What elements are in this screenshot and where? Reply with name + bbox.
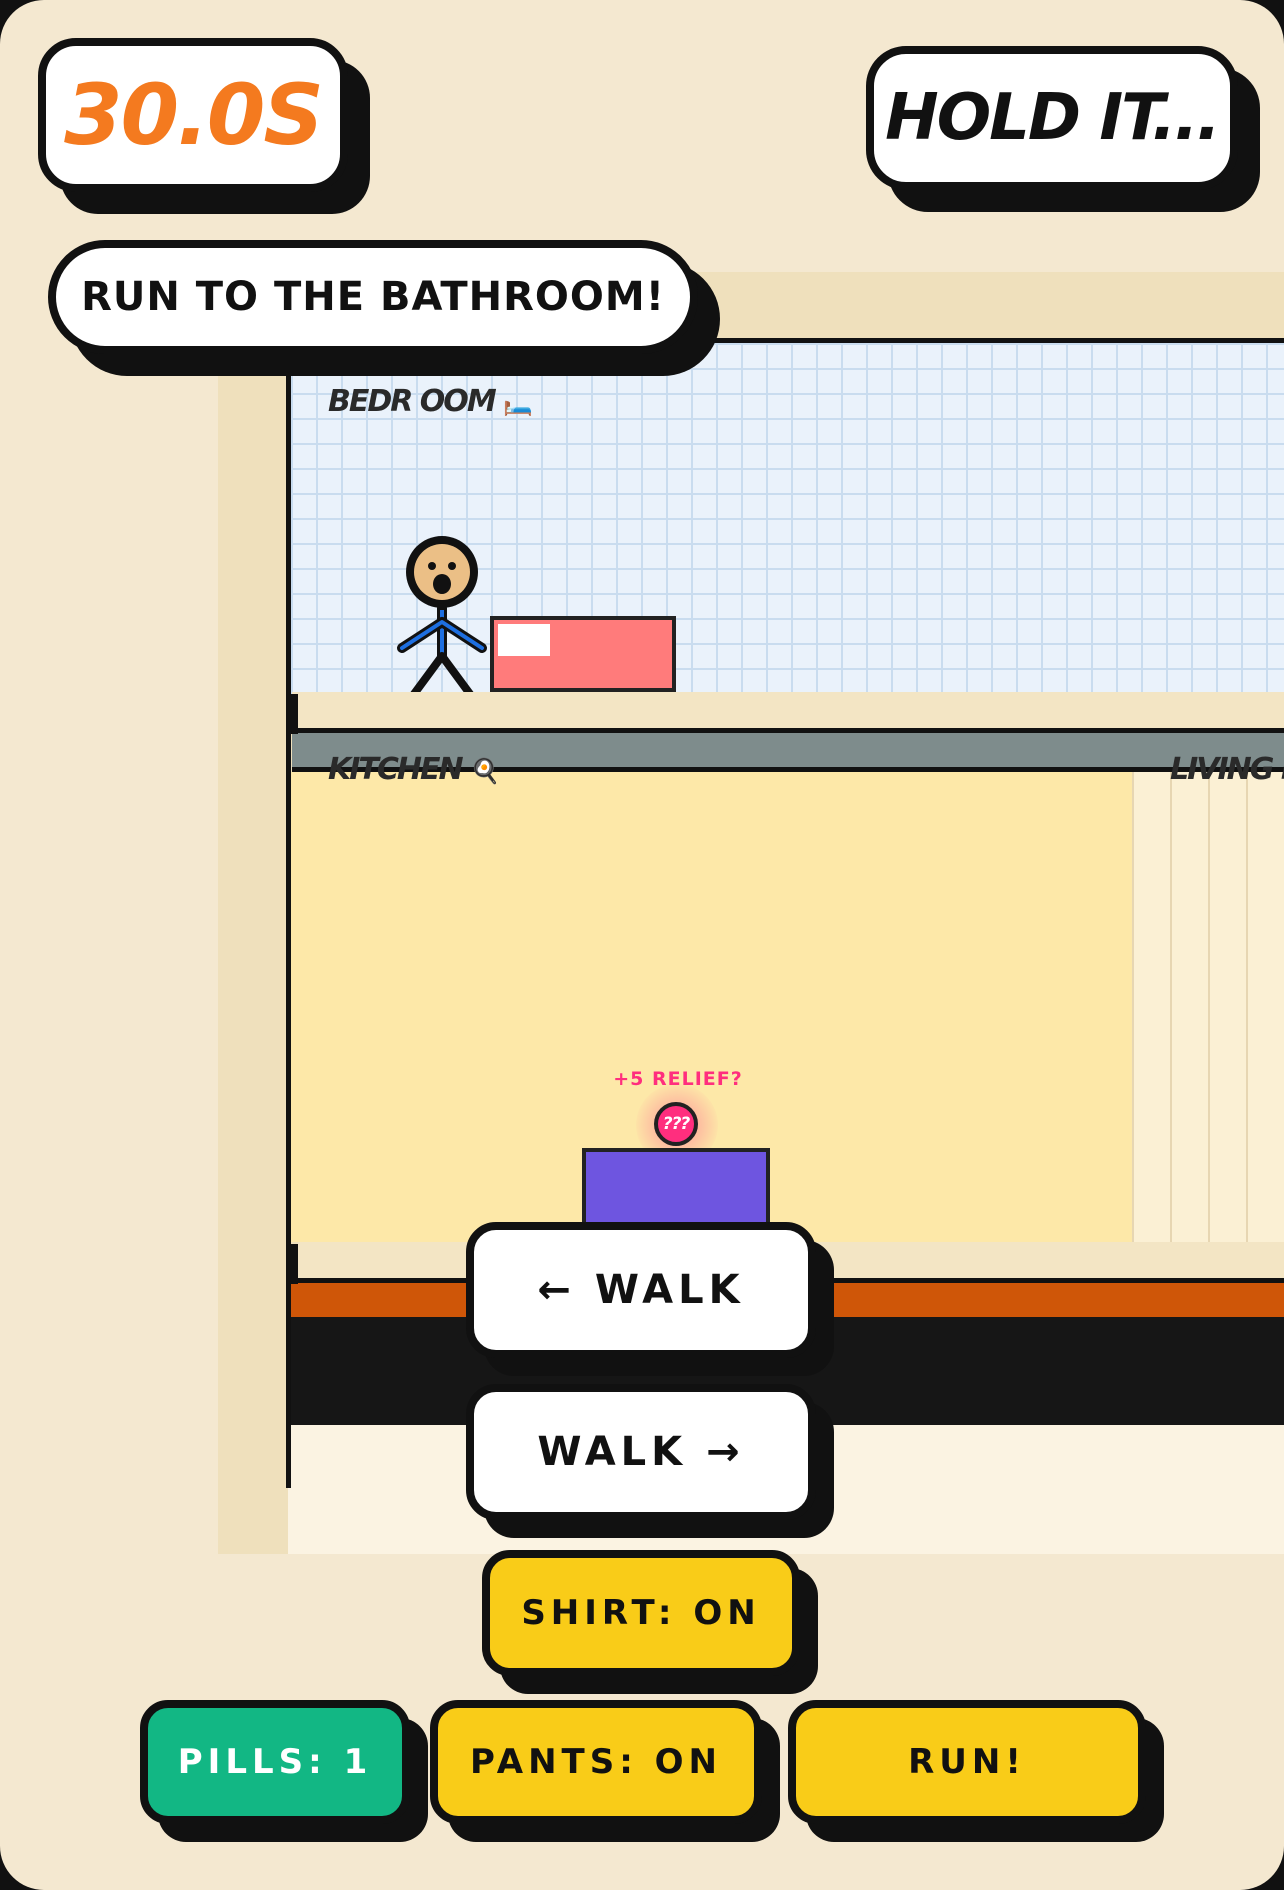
kitchen-label: KITCHEN 🍳: [328, 752, 500, 787]
player-legs: [410, 652, 474, 698]
status-message: HOLD IT...: [866, 46, 1238, 190]
bedroom-label-text: BEDR OOM: [328, 384, 497, 419]
objective-banner: RUN TO THE BATHROOM!: [48, 240, 698, 354]
walk-right-button[interactable]: WALK →: [466, 1384, 816, 1520]
pills-button[interactable]: PILLS: 1: [140, 1700, 410, 1824]
bedroom-left-wall: [286, 340, 291, 692]
bed-pillow: [498, 624, 550, 656]
game-screen: BEDR OOM 🛏️ KITCHEN 🍳 LIVING RO +5 RELIE…: [0, 0, 1284, 1890]
countdown-timer: 30.0S: [38, 38, 348, 192]
player-mouth: [433, 574, 451, 594]
frying-pan-icon: 🍳: [470, 757, 500, 785]
house-left-wall: [286, 728, 291, 1488]
kitchen-label-text: KITCHEN: [328, 752, 464, 787]
player-left-eye: [428, 562, 436, 570]
bedroom-label: BEDR OOM 🛏️: [328, 384, 533, 419]
living-room: [1132, 772, 1284, 1242]
stick-figure-player: [397, 536, 487, 698]
shirt-toggle-button[interactable]: SHIRT: ON: [482, 1550, 800, 1676]
mystery-pill-pickup[interactable]: ???: [654, 1102, 698, 1146]
run-button[interactable]: RUN!: [788, 1700, 1146, 1824]
player-right-eye: [448, 562, 456, 570]
walk-left-button[interactable]: ← WALK: [466, 1222, 816, 1358]
bed: [490, 616, 676, 692]
bedroom-floor: [292, 692, 1284, 728]
pants-toggle-button[interactable]: PANTS: ON: [430, 1700, 762, 1824]
living-room-label: LIVING RO: [1170, 752, 1284, 787]
bed-emoji-icon: 🛏️: [503, 389, 534, 417]
wall-joint-lower: [286, 1244, 298, 1284]
